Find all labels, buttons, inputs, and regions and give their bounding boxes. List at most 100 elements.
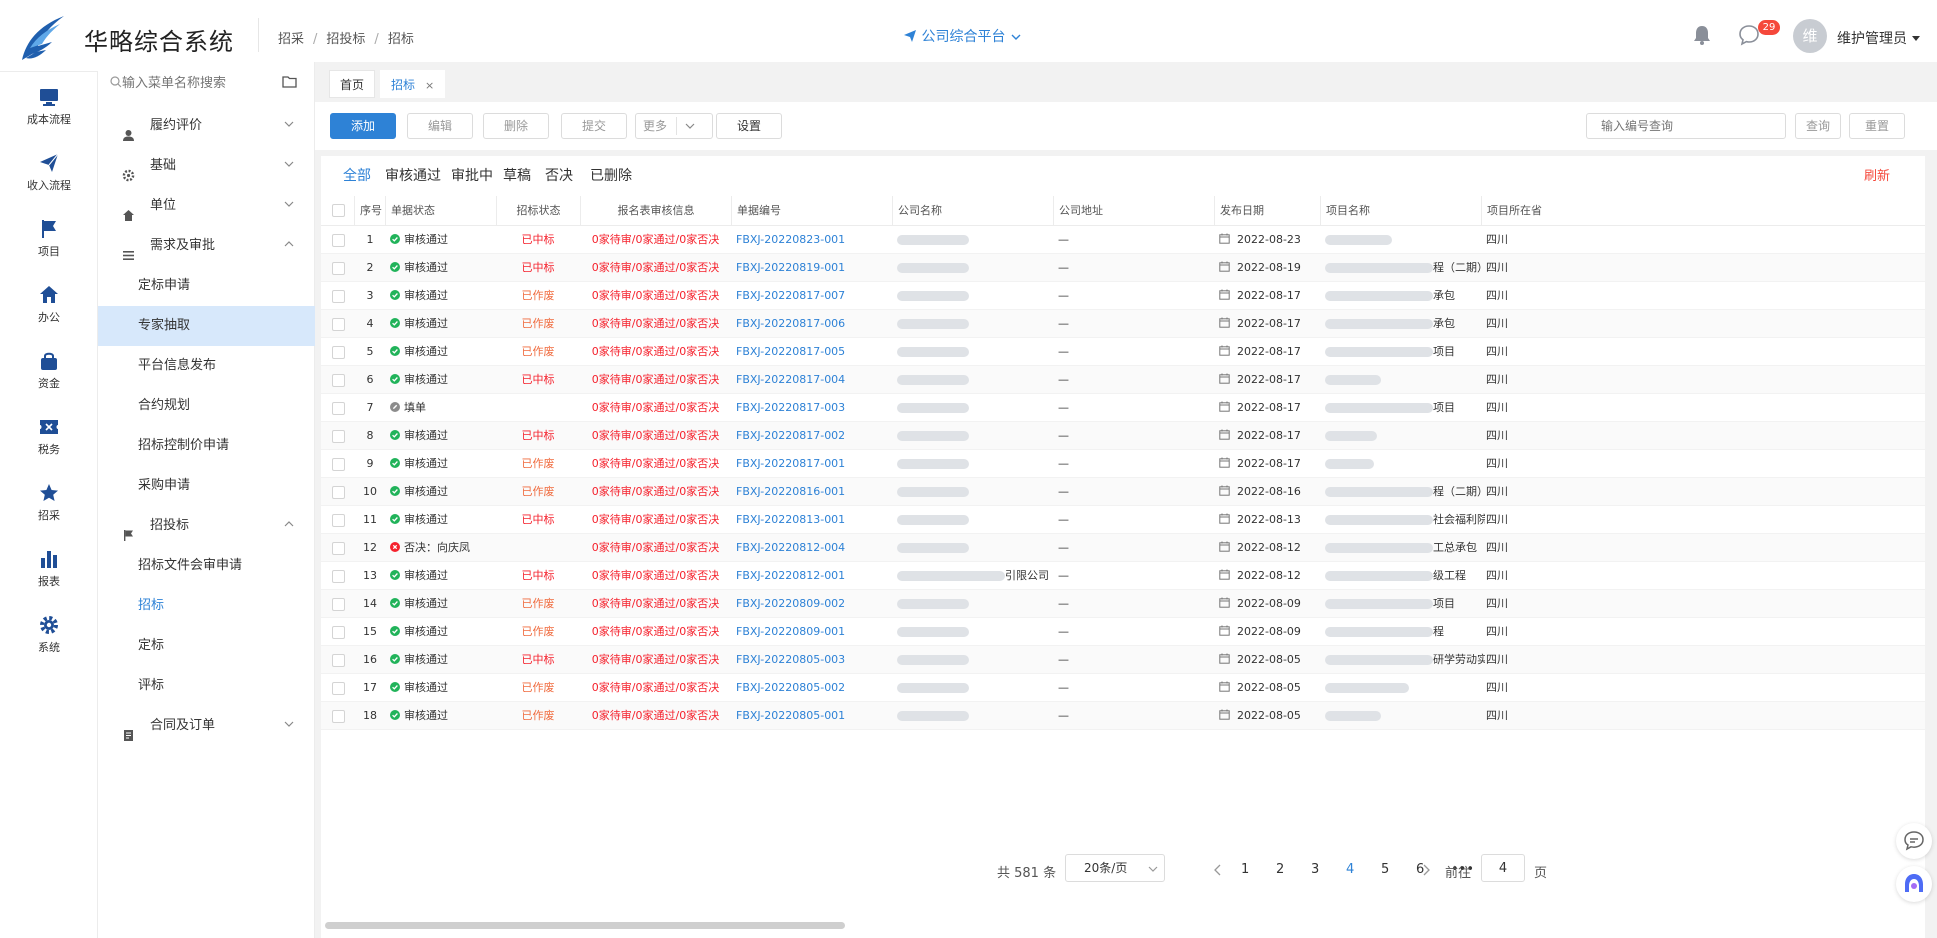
- row-checkbox[interactable]: [332, 458, 345, 471]
- menu-sub-item[interactable]: 合约规划: [98, 386, 315, 426]
- row-checkbox[interactable]: [332, 262, 345, 275]
- doc-code-link[interactable]: FBXJ-20220805-002: [736, 674, 845, 702]
- menu-sub-item[interactable]: 平台信息发布: [98, 346, 315, 386]
- page-size-select[interactable]: 20条/页: [1065, 854, 1165, 882]
- table-row[interactable]: 9 审核通过 已作废 0家待审/0家通过/0家否决 FBXJ-20220817-001 —…: [321, 450, 1925, 478]
- doc-code-link[interactable]: FBXJ-20220817-001: [736, 450, 845, 478]
- breadcrumb-item[interactable]: 招采: [278, 32, 304, 47]
- column-header[interactable]: 报名表审核信息: [580, 196, 731, 226]
- chat-bubble-icon[interactable]: [1738, 24, 1760, 46]
- table-row[interactable]: 18 审核通过 已作废 0家待审/0家通过/0家否决 FBXJ-20220805-001…: [321, 702, 1925, 730]
- doc-code-link[interactable]: FBXJ-20220816-001: [736, 478, 845, 506]
- submit-button[interactable]: 提交: [561, 113, 627, 139]
- page-number[interactable]: 3: [1311, 862, 1319, 877]
- row-checkbox[interactable]: [332, 710, 345, 723]
- row-checkbox[interactable]: [332, 430, 345, 443]
- row-checkbox[interactable]: [332, 234, 345, 247]
- horizontal-scrollbar[interactable]: [325, 922, 845, 929]
- table-row[interactable]: 11 审核通过 已中标 0家待审/0家通过/0家否决 FBXJ-20220813-001…: [321, 506, 1925, 534]
- menu-group-item[interactable]: 单位: [98, 186, 315, 226]
- user-menu[interactable]: 维护管理员: [1837, 28, 1921, 48]
- table-row[interactable]: 8 审核通过 已中标 0家待审/0家通过/0家否决 FBXJ-20220817-002 —…: [321, 422, 1925, 450]
- table-row[interactable]: 6 审核通过 已中标 0家待审/0家通过/0家否决 FBXJ-20220817-004 —…: [321, 366, 1925, 394]
- rail-item-income-flow[interactable]: 收入流程: [0, 152, 98, 208]
- row-checkbox[interactable]: [332, 570, 345, 583]
- folder-icon[interactable]: [282, 75, 297, 88]
- menu-sub-item[interactable]: 采购申请: [98, 466, 315, 506]
- tab-bidding[interactable]: 招标 ×: [380, 70, 446, 98]
- menu-group-item[interactable]: 基础: [98, 146, 315, 186]
- row-checkbox[interactable]: [332, 682, 345, 695]
- row-checkbox[interactable]: [332, 654, 345, 667]
- menu-group-item[interactable]: 履约评价: [98, 106, 315, 146]
- menu-sub-item[interactable]: 招标: [98, 586, 315, 626]
- rail-item-office[interactable]: 办公: [0, 284, 98, 340]
- column-header[interactable]: 序号: [354, 196, 385, 226]
- filter-tab[interactable]: 全部: [343, 165, 371, 185]
- table-row[interactable]: 19审核通过 已作废0家待审/0家通过/0家否决 FBXJ-20220804-001…: [321, 730, 1925, 732]
- rail-item-procurement[interactable]: 招采: [0, 482, 98, 538]
- delete-button[interactable]: 删除: [483, 113, 549, 139]
- chevron-right-icon[interactable]: [1421, 864, 1431, 876]
- row-checkbox[interactable]: [332, 290, 345, 303]
- doc-code-link[interactable]: FBXJ-20220817-005: [736, 338, 845, 366]
- table-row[interactable]: 16 审核通过 已中标 0家待审/0家通过/0家否决 FBXJ-20220805-003…: [321, 646, 1925, 674]
- filter-tab[interactable]: 草稿: [503, 165, 531, 185]
- breadcrumb-item[interactable]: 招投标: [326, 32, 365, 47]
- doc-code-link[interactable]: FBXJ-20220804-001: [736, 730, 845, 732]
- menu-group-item[interactable]: 合同及订单: [98, 706, 315, 746]
- row-checkbox[interactable]: [332, 514, 345, 527]
- row-checkbox[interactable]: [332, 374, 345, 387]
- refresh-link[interactable]: 刷新: [1864, 165, 1890, 184]
- row-checkbox[interactable]: [332, 542, 345, 555]
- table-row[interactable]: 15 审核通过 已作废 0家待审/0家通过/0家否决 FBXJ-20220809-001…: [321, 618, 1925, 646]
- filter-tab[interactable]: 已删除: [590, 165, 632, 185]
- rail-item-project[interactable]: 项目: [0, 218, 98, 274]
- doc-code-link[interactable]: FBXJ-20220812-001: [736, 562, 845, 590]
- query-button[interactable]: 查询: [1795, 113, 1841, 139]
- row-checkbox[interactable]: [332, 402, 345, 415]
- column-header[interactable]: 单据状态: [385, 196, 496, 226]
- menu-group-item[interactable]: 招投标: [98, 506, 315, 546]
- breadcrumb-item[interactable]: 招标: [388, 32, 414, 47]
- column-header[interactable]: 项目所在省: [1481, 196, 1641, 226]
- doc-code-link[interactable]: FBXJ-20220805-001: [736, 702, 845, 730]
- menu-sub-item[interactable]: 评标: [98, 666, 315, 706]
- doc-code-link[interactable]: FBXJ-20220809-002: [736, 590, 845, 618]
- avatar[interactable]: 维: [1793, 19, 1827, 53]
- reset-button[interactable]: 重置: [1849, 113, 1905, 139]
- rail-item-system[interactable]: 系统: [0, 614, 98, 670]
- table-row[interactable]: 13 审核通过 已中标 0家待审/0家通过/0家否决 FBXJ-20220812-001…: [321, 562, 1925, 590]
- menu-group-item[interactable]: 需求及审批: [98, 226, 315, 266]
- column-header[interactable]: 发布日期: [1214, 196, 1320, 226]
- doc-code-link[interactable]: FBXJ-20220813-001: [736, 506, 845, 534]
- menu-sub-item[interactable]: 招标文件会审申请: [98, 546, 315, 586]
- page-number[interactable]: 2: [1276, 862, 1284, 877]
- doc-code-link[interactable]: FBXJ-20220817-006: [736, 310, 845, 338]
- column-header[interactable]: 公司地址: [1053, 196, 1214, 226]
- doc-code-link[interactable]: FBXJ-20220817-003: [736, 394, 845, 422]
- filter-tab[interactable]: 审批中: [451, 165, 493, 185]
- table-row[interactable]: 7 填单 0家待审/0家通过/0家否决 FBXJ-20220817-003 — 2022-…: [321, 394, 1925, 422]
- table-row[interactable]: 3 审核通过 已作废 0家待审/0家通过/0家否决 FBXJ-20220817-007 —…: [321, 282, 1925, 310]
- settings-button[interactable]: 设置: [716, 113, 782, 139]
- feedback-float-button[interactable]: [1896, 823, 1932, 859]
- rail-item-reports[interactable]: 报表: [0, 548, 98, 604]
- doc-code-link[interactable]: FBXJ-20220805-003: [736, 646, 845, 674]
- edit-button[interactable]: 编辑: [407, 113, 473, 139]
- goto-page-input[interactable]: [1481, 854, 1525, 882]
- table-row[interactable]: 4 审核通过 已作废 0家待审/0家通过/0家否决 FBXJ-20220817-006 —…: [321, 310, 1925, 338]
- menu-sub-item[interactable]: 招标控制价申请: [98, 426, 315, 466]
- row-checkbox[interactable]: [332, 346, 345, 359]
- doc-code-link[interactable]: FBXJ-20220809-001: [736, 618, 845, 646]
- table-row[interactable]: 2 审核通过 已中标 0家待审/0家通过/0家否决 FBXJ-20220819-001 —…: [321, 254, 1925, 282]
- doc-code-link[interactable]: FBXJ-20220819-001: [736, 254, 845, 282]
- table-row[interactable]: 14 审核通过 已作废 0家待审/0家通过/0家否决 FBXJ-20220809-002…: [321, 590, 1925, 618]
- page-number[interactable]: 5: [1381, 862, 1389, 877]
- page-number[interactable]: 1: [1241, 862, 1249, 877]
- row-checkbox[interactable]: [332, 626, 345, 639]
- row-checkbox[interactable]: [332, 318, 345, 331]
- table-row[interactable]: 17 审核通过 已作废 0家待审/0家通过/0家否决 FBXJ-20220805-002…: [321, 674, 1925, 702]
- doc-code-link[interactable]: FBXJ-20220817-007: [736, 282, 845, 310]
- chevron-left-icon[interactable]: [1213, 864, 1223, 876]
